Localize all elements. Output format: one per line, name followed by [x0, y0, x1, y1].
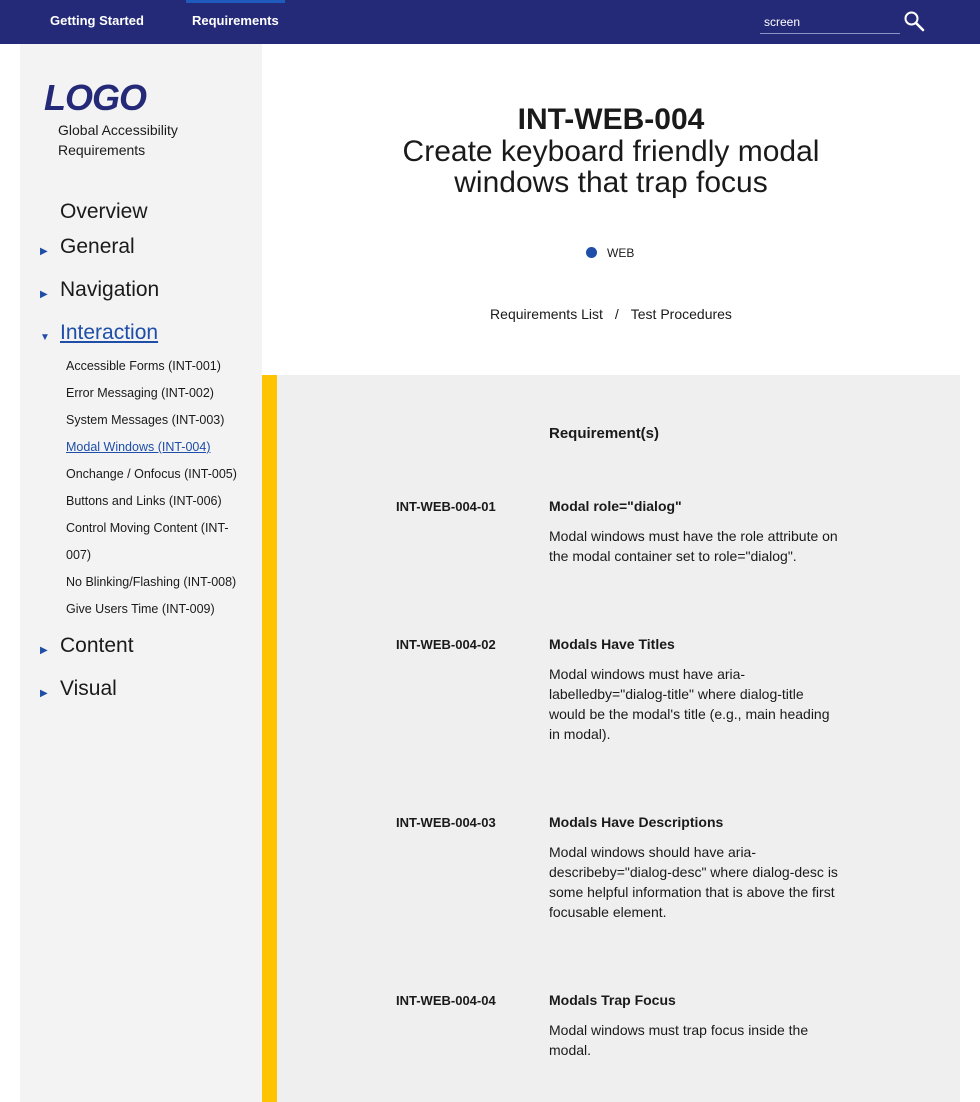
breadcrumb-test-procedures[interactable]: Test Procedures: [631, 306, 732, 322]
requirement-id: INT-WEB-004-01: [396, 499, 496, 514]
requirement-id-heading: INT-WEB-004: [517, 103, 705, 136]
sidebar-item-navigation[interactable]: Navigation: [60, 277, 159, 303]
requirement-description: Modal windows must trap focus inside the…: [549, 1022, 809, 1058]
sidebar-item-interaction[interactable]: Interaction: [60, 320, 158, 346]
site-name: Global Accessibility Requirements: [58, 122, 178, 158]
sidebar-subitem-int-002[interactable]: Error Messaging (INT-002): [66, 380, 246, 407]
platform-dot-icon: [586, 247, 597, 259]
requirement-id: INT-WEB-004-02: [396, 637, 496, 652]
expand-arrow-icon[interactable]: ▶: [40, 246, 48, 258]
breadcrumb-separator: /: [614, 306, 619, 322]
requirement-description: Modal windows must have aria-labelledby=…: [549, 666, 830, 742]
expand-arrow-icon[interactable]: ▶: [40, 688, 48, 700]
nav-link-requirements[interactable]: Requirements: [186, 0, 285, 44]
breadcrumb: Requirements List / Test Procedures: [262, 305, 960, 323]
sidebar-subitem-int-004[interactable]: Modal Windows (INT-004): [66, 434, 246, 461]
sidebar-subitem-int-007[interactable]: Control Moving Content (INT-007): [66, 515, 236, 569]
sidebar-subitem-int-003[interactable]: System Messages (INT-003): [66, 407, 246, 434]
breadcrumb-requirements-list[interactable]: Requirements List: [490, 306, 603, 322]
collapse-arrow-icon[interactable]: ▼: [40, 332, 50, 344]
sidebar-subitem-int-009[interactable]: Give Users Time (INT-009): [66, 596, 246, 623]
requirement-id: INT-WEB-004-03: [396, 815, 496, 830]
requirement-title: Modal role="dialog": [549, 498, 682, 514]
requirement-description: Modal windows must have the role attribu…: [549, 528, 838, 564]
panel-accent-bar: [262, 375, 277, 1102]
page-title: Create keyboard friendly modal windows t…: [402, 135, 820, 199]
sidebar-subitem-int-005[interactable]: Onchange / Onfocus (INT-005): [66, 461, 246, 488]
requirement-title: Modals Have Titles: [549, 636, 675, 652]
search-input[interactable]: [760, 10, 900, 34]
requirement-description: Modal windows should have aria-describeb…: [549, 844, 838, 920]
requirement-id: INT-WEB-004-04: [396, 993, 496, 1008]
sidebar: LOGO Global Accessibility Requirements O…: [20, 44, 262, 1102]
nav-link-getting-started[interactable]: Getting Started: [50, 0, 144, 44]
sidebar-item-overview[interactable]: Overview: [60, 199, 148, 225]
sidebar-subitem-int-001[interactable]: Accessible Forms (INT-001): [66, 353, 246, 380]
logo[interactable]: LOGO: [44, 78, 147, 118]
requirement-title: Modals Have Descriptions: [549, 814, 724, 830]
sidebar-subitem-int-008[interactable]: No Blinking/Flashing (INT-008): [66, 569, 246, 596]
platform-tag-label: WEB: [607, 246, 635, 260]
platform-tag: WEB: [586, 244, 634, 262]
expand-arrow-icon[interactable]: ▶: [40, 645, 48, 657]
search-icon: [904, 11, 925, 32]
top-nav-bar: Getting Started Requirements: [0, 0, 980, 44]
sidebar-item-content[interactable]: Content: [60, 633, 134, 659]
expand-arrow-icon[interactable]: ▶: [40, 289, 48, 301]
search-button[interactable]: [902, 10, 926, 34]
requirements-heading: Requirement(s): [549, 425, 660, 442]
sidebar-item-visual[interactable]: Visual: [60, 676, 117, 702]
requirement-title: Modals Trap Focus: [549, 992, 676, 1008]
sidebar-subitem-int-006[interactable]: Buttons and Links (INT-006): [66, 488, 246, 515]
sidebar-item-general[interactable]: General: [60, 234, 135, 260]
